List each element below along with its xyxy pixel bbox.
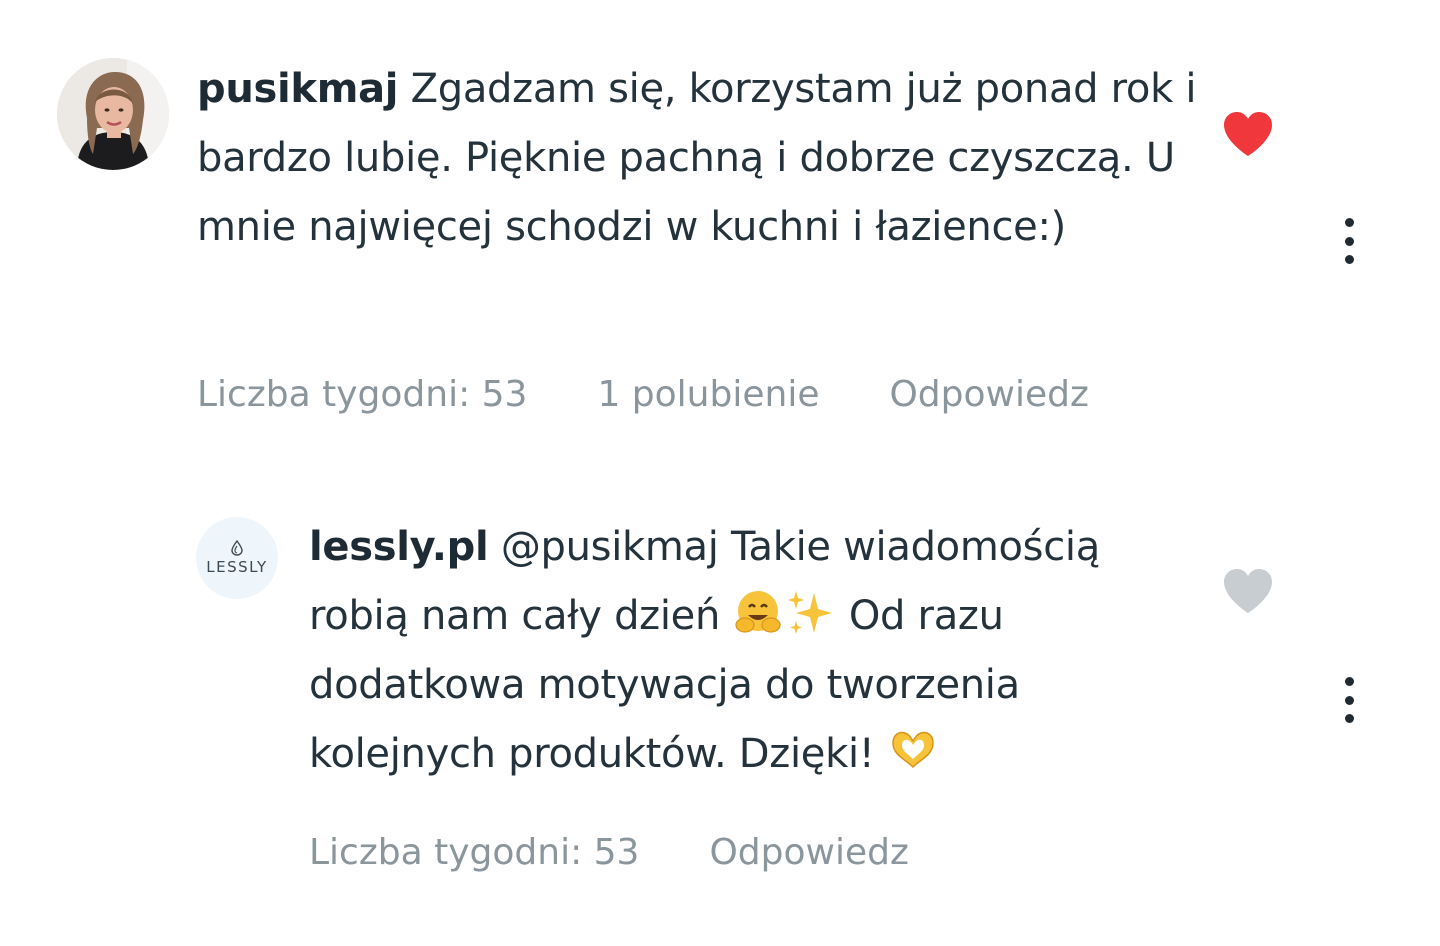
weeks-label: Liczba tygodni: 53 (197, 374, 528, 415)
sparkles-emoji-icon (788, 591, 833, 634)
brand-logo-text: LESSLY (206, 558, 268, 576)
heart-icon[interactable] (1222, 567, 1274, 615)
heart-icon[interactable] (1222, 110, 1274, 158)
more-vertical-icon[interactable] (1339, 218, 1359, 264)
reply-button[interactable]: Odpowiedz (889, 374, 1088, 415)
comment-text: pusikmaj Zgadzam się, korzystam już pona… (197, 55, 1207, 262)
hugging-face-emoji-icon (735, 591, 782, 633)
comment-text: lessly.pl @pusikmaj Takie wiadomością ro… (309, 513, 1209, 789)
more-vertical-icon[interactable] (1339, 677, 1359, 723)
reply-button[interactable]: Odpowiedz (709, 832, 908, 873)
heart-hands-emoji-icon (892, 731, 934, 769)
weeks-label: Liczba tygodni: 53 (309, 832, 640, 873)
avatar[interactable]: LESSLY (196, 517, 278, 599)
user-photo-icon (57, 58, 169, 170)
comment-username[interactable]: pusikmaj (197, 66, 399, 112)
comment-meta: Liczba tygodni: 53 1 polubienie Odpowied… (197, 374, 1089, 415)
comment-meta: Liczba tygodni: 53 Odpowiedz (309, 832, 909, 873)
lessly-logo-icon (231, 540, 243, 556)
likes-count-link[interactable]: 1 polubienie (597, 374, 819, 415)
comment-username[interactable]: lessly.pl (309, 524, 489, 570)
avatar[interactable] (57, 58, 169, 170)
